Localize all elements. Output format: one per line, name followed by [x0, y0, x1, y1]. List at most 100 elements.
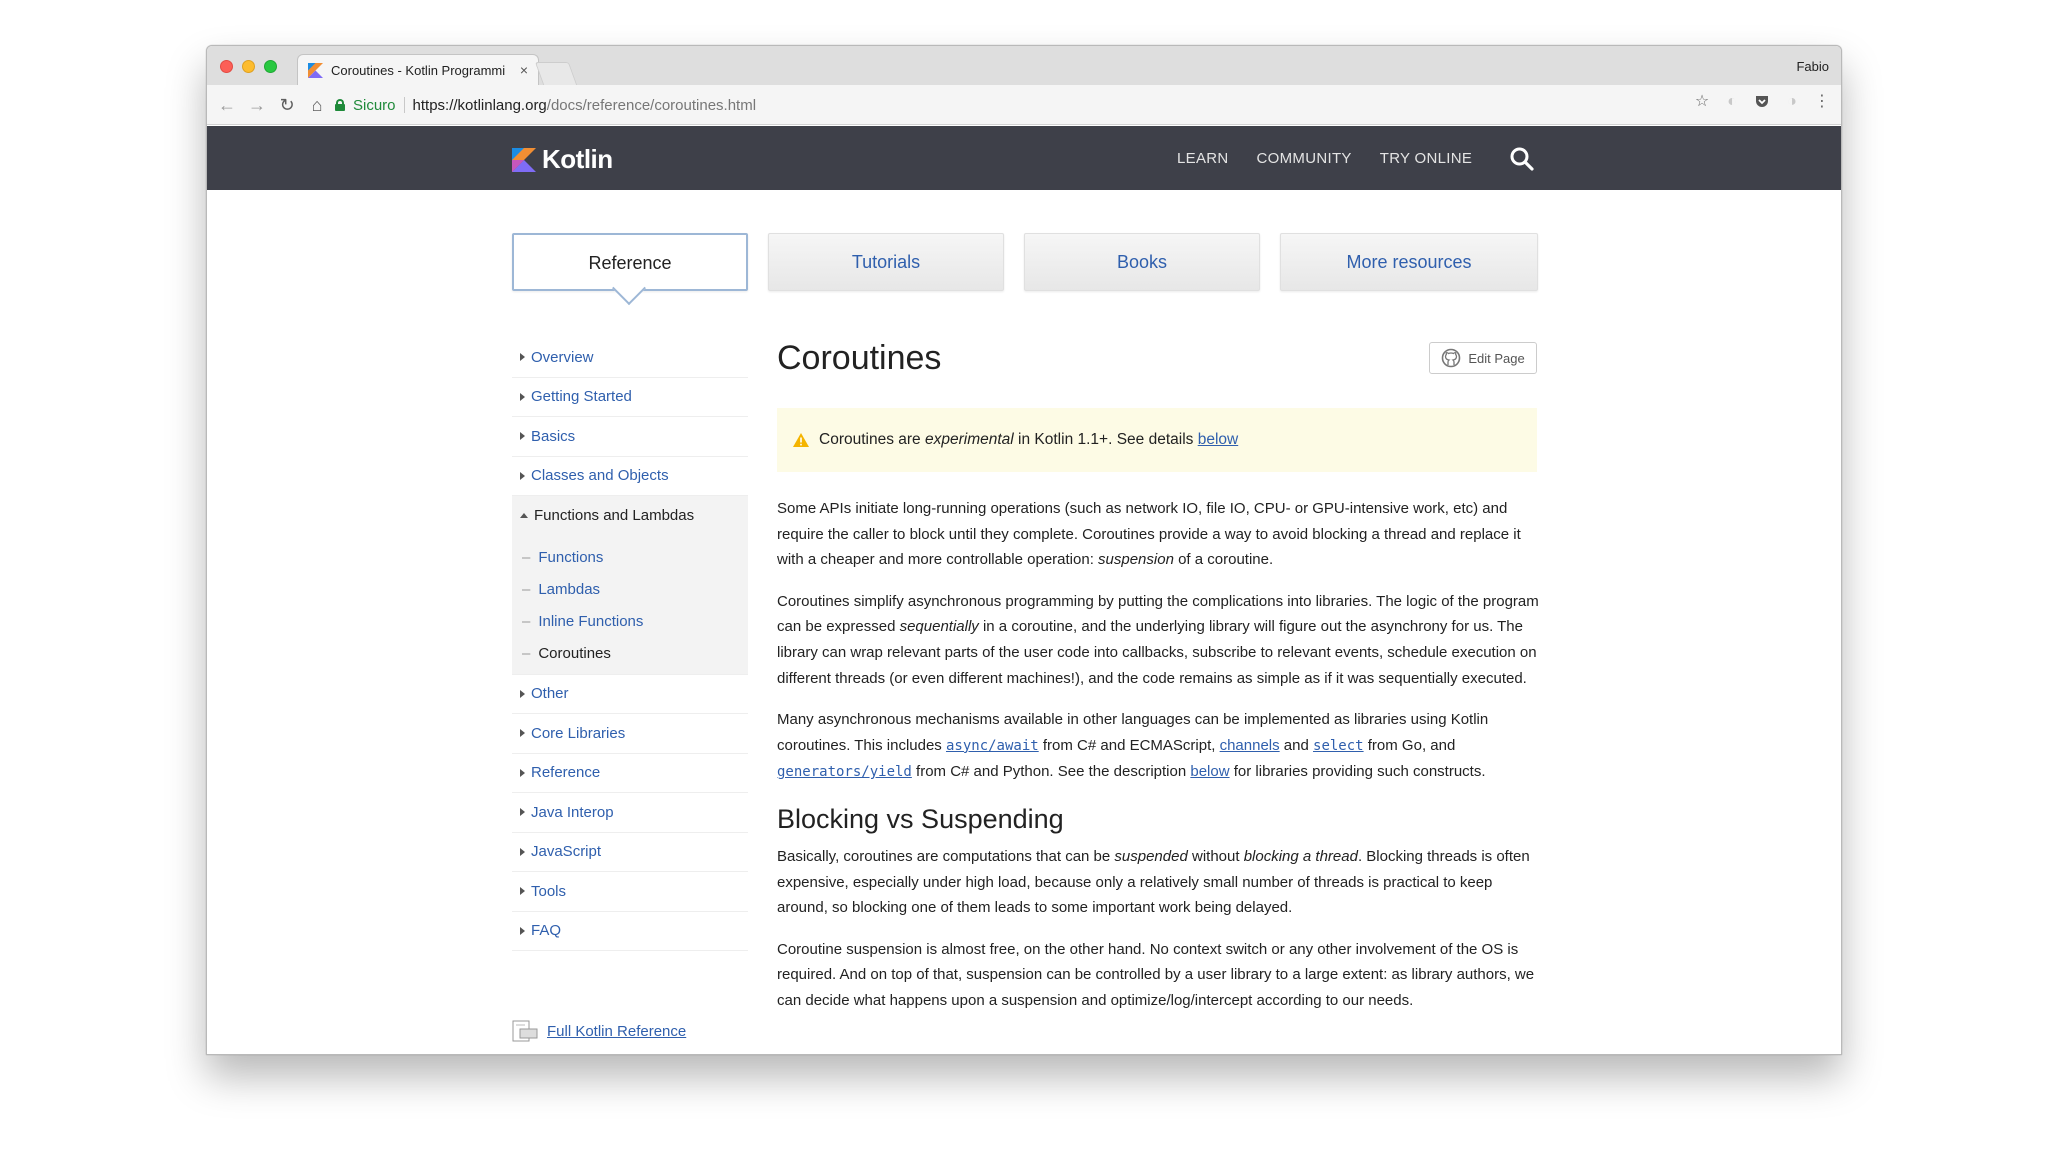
- text: for libraries providing such constructs.: [1229, 763, 1486, 781]
- tab-close-icon[interactable]: ×: [520, 62, 528, 78]
- pocket-icon[interactable]: [1753, 93, 1771, 111]
- warning-text-b: in Kotlin 1.1+. See details: [1013, 431, 1198, 448]
- full-kotlin-reference-link[interactable]: Full Kotlin Reference: [512, 1020, 686, 1042]
- close-window-button[interactable]: [220, 60, 233, 73]
- dash-bullet: –: [522, 581, 531, 598]
- kotlin-logo-icon: [512, 147, 536, 172]
- sidebar-item-tools[interactable]: Tools: [512, 872, 748, 912]
- page-title: Coroutines: [777, 339, 942, 377]
- search-icon[interactable]: [1509, 146, 1535, 172]
- doc-tabs: Reference Tutorials Books More resources: [512, 233, 1538, 293]
- lock-icon: [335, 99, 345, 111]
- sidebar-item-other[interactable]: Other: [512, 675, 748, 714]
- caret-right-icon: [520, 432, 525, 441]
- maximize-window-button[interactable]: [264, 60, 277, 73]
- sidebar-item-core-libraries[interactable]: Core Libraries: [512, 714, 748, 754]
- dash-bullet: –: [522, 613, 531, 630]
- browser-window: Coroutines - Kotlin Programmi × Fabio ← …: [206, 45, 1842, 1055]
- emphasis: suspension: [1098, 551, 1174, 569]
- sidebar-item-reference[interactable]: Reference: [512, 754, 748, 793]
- top-nav: LEARN COMMUNITY TRY ONLINE: [1177, 150, 1472, 167]
- url-path: /docs/reference/coroutines.html: [546, 96, 757, 114]
- edit-page-button[interactable]: Edit Page: [1429, 342, 1537, 374]
- nav-try-online[interactable]: TRY ONLINE: [1380, 150, 1472, 167]
- browser-toolbar: ← → ↻ ⌂ Sicuro https://kotlinlang.org/do…: [207, 85, 1841, 125]
- tab-reference[interactable]: Reference: [512, 233, 748, 291]
- below-link[interactable]: below: [1198, 431, 1239, 448]
- sidebar-item-basics[interactable]: Basics: [512, 417, 748, 457]
- github-icon: [1442, 348, 1461, 368]
- sidebar-item-overview[interactable]: Overview: [512, 338, 748, 378]
- select-link[interactable]: select: [1313, 738, 1364, 754]
- caret-right-icon: [520, 729, 525, 738]
- url-host: https://kotlinlang.org: [412, 96, 547, 114]
- separator: [403, 97, 405, 113]
- text: and: [1279, 736, 1314, 754]
- sidebar-item-getting-started[interactable]: Getting Started: [512, 378, 748, 417]
- sidebar-item-label: FAQ: [531, 922, 562, 940]
- sidebar-item-java-interop[interactable]: Java Interop: [512, 793, 748, 833]
- toolbar-actions: ☆ ◐ ◑ ⋮: [1693, 93, 1831, 111]
- new-tab-button[interactable]: [534, 62, 578, 85]
- star-icon[interactable]: ☆: [1693, 93, 1711, 111]
- extension-icon[interactable]: ◐: [1723, 93, 1741, 111]
- kotlin-favicon-icon: [308, 62, 323, 78]
- kebab-menu-icon[interactable]: ⋮: [1813, 93, 1831, 111]
- logo-text: Kotlin: [542, 144, 613, 174]
- channels-link[interactable]: channels: [1220, 737, 1280, 754]
- arrow-right-icon[interactable]: →: [245, 93, 269, 117]
- arrow-left-icon[interactable]: ←: [215, 93, 239, 117]
- sidebar-item-label: Classes and Objects: [531, 467, 669, 485]
- nav-community[interactable]: COMMUNITY: [1257, 150, 1352, 167]
- tab-books[interactable]: Books: [1024, 233, 1260, 291]
- caret-right-icon: [520, 689, 525, 698]
- sidebar-subitem-functions[interactable]: – Functions: [512, 542, 748, 574]
- minimize-window-button[interactable]: [242, 60, 255, 73]
- sidebar-item-label: Tools: [531, 882, 567, 900]
- paragraph-4: Basically, coroutines are computations t…: [777, 844, 1542, 921]
- tab-more-resources[interactable]: More resources: [1280, 233, 1538, 291]
- text: Basically, coroutines are computations t…: [777, 847, 1115, 865]
- sidebar-item-faq[interactable]: FAQ: [512, 912, 748, 951]
- paragraph-3: Many asynchronous mechanisms available i…: [777, 707, 1542, 786]
- home-icon[interactable]: ⌂: [305, 93, 329, 117]
- address-bar[interactable]: Sicuro https://kotlinlang.org/docs/refer…: [335, 91, 1841, 119]
- page-viewport: Kotlin LEARN COMMUNITY TRY ONLINE Refere…: [207, 126, 1841, 1054]
- emphasis: sequentially: [899, 618, 979, 636]
- sidebar-nav: Overview Getting Started Basics Classes …: [512, 338, 748, 951]
- sidebar-subitem-label: Functions: [538, 549, 604, 566]
- profile-name[interactable]: Fabio: [1796, 59, 1829, 74]
- caret-right-icon: [520, 353, 525, 362]
- sidebar-item-label: Getting Started: [531, 388, 632, 406]
- sidebar-subitem-inline-functions[interactable]: – Inline Functions: [512, 606, 748, 638]
- title-bar: Coroutines - Kotlin Programmi × Fabio: [207, 46, 1841, 85]
- caret-right-icon: [520, 392, 525, 401]
- sidebar-item-functions-and-lambdas[interactable]: Functions and Lambdas: [512, 496, 748, 536]
- sidebar-item-label: Java Interop: [531, 803, 614, 821]
- sidebar-subitem-lambdas[interactable]: – Lambdas: [512, 574, 748, 606]
- warning-text: Coroutines are experimental in Kotlin 1.…: [819, 431, 1238, 449]
- nav-learn[interactable]: LEARN: [1177, 150, 1229, 167]
- sidebar-subitem-coroutines[interactable]: – Coroutines: [512, 638, 748, 670]
- site-header: Kotlin LEARN COMMUNITY TRY ONLINE: [207, 126, 1841, 190]
- paragraph-5: Coroutine suspension is almost free, on …: [777, 940, 1535, 1009]
- full-reference-label: Full Kotlin Reference: [547, 1022, 687, 1040]
- kotlin-logo[interactable]: Kotlin: [512, 144, 613, 175]
- async-await-link[interactable]: async/await: [946, 738, 1039, 754]
- text: without: [1187, 847, 1244, 865]
- extension-2-icon[interactable]: ◑: [1783, 93, 1801, 111]
- reload-icon[interactable]: ↻: [275, 93, 299, 117]
- caret-right-icon: [520, 926, 525, 935]
- sidebar-item-classes-and-objects[interactable]: Classes and Objects: [512, 457, 748, 496]
- sidebar-item-label: Functions and Lambdas: [534, 507, 695, 525]
- generators-yield-link[interactable]: generators/yield: [777, 764, 912, 780]
- below-link[interactable]: below: [1190, 763, 1229, 780]
- text: from C# and ECMAScript,: [1038, 736, 1220, 754]
- sidebar-item-javascript[interactable]: JavaScript: [512, 833, 748, 872]
- warning-icon: [793, 433, 809, 447]
- caret-right-icon: [520, 808, 525, 817]
- browser-tab[interactable]: Coroutines - Kotlin Programmi ×: [297, 54, 539, 85]
- article-body: Some APIs initiate long-running operatio…: [777, 496, 1542, 1030]
- tab-tutorials[interactable]: Tutorials: [768, 233, 1004, 291]
- emphasis: blocking a thread: [1243, 847, 1358, 865]
